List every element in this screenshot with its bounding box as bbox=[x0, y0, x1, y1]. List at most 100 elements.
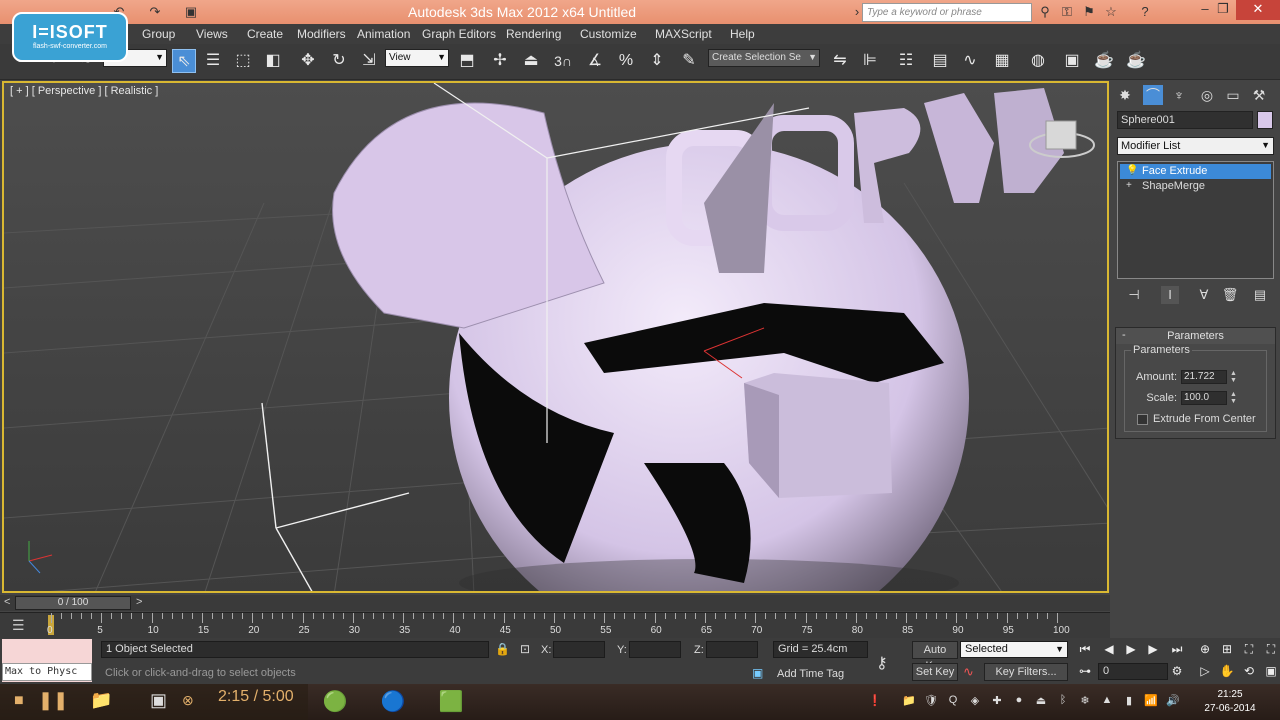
x-coordinate-field[interactable] bbox=[553, 641, 605, 658]
amount-spinner[interactable]: 21.722 bbox=[1181, 370, 1227, 384]
mirror-icon[interactable]: ⇋ bbox=[828, 49, 852, 73]
spinner-snap-icon[interactable]: ⇕ bbox=[645, 49, 669, 73]
keyboard-shortcut-override-icon[interactable]: ⏏ bbox=[519, 49, 543, 73]
show-end-result-icon[interactable]: I bbox=[1161, 286, 1179, 304]
time-tag-icon[interactable]: ▣ bbox=[752, 666, 763, 680]
network-icon[interactable]: 📶 bbox=[1144, 694, 1158, 708]
key-mode-toggle-icon[interactable]: ⊶ bbox=[1076, 662, 1094, 680]
render-setup-icon[interactable]: ▣ bbox=[1060, 49, 1084, 73]
maxscript-output[interactable]: Max to Physc bbox=[2, 663, 92, 681]
align-icon[interactable]: ⊫ bbox=[858, 49, 882, 73]
restore-icon[interactable]: ❐ bbox=[1208, 0, 1238, 20]
time-slider[interactable]: < 0 / 100 > bbox=[0, 595, 1110, 611]
time-configuration-icon[interactable]: ⚙ bbox=[1168, 662, 1186, 680]
close-icon[interactable]: ✕ bbox=[1236, 0, 1280, 20]
percent-snap-icon[interactable]: % bbox=[614, 49, 638, 73]
show-hidden-icons-icon[interactable]: ▲ bbox=[1100, 694, 1114, 708]
communication-center-icon[interactable]: ⚑ bbox=[1080, 3, 1098, 21]
layer-manager-icon[interactable]: ☷ bbox=[894, 49, 918, 73]
zoom-icon[interactable]: ⊕ bbox=[1196, 640, 1214, 658]
tray-avast-icon[interactable]: ● bbox=[1012, 694, 1026, 708]
track-bar[interactable]: ☰ 0 5 10 15 20 25 30 35 40 45 50 55 60 65 70 75 80 85 90 95… bbox=[0, 612, 1110, 638]
close-player-icon[interactable]: ⊗ bbox=[182, 692, 194, 709]
hierarchy-tab-icon[interactable]: ♆ bbox=[1169, 85, 1189, 105]
zoom-extents-all-icon[interactable]: ⛶ bbox=[1262, 640, 1280, 658]
maxscript-listener[interactable]: Max to Physc bbox=[2, 639, 92, 682]
select-by-name-icon[interactable]: ☰ bbox=[201, 49, 225, 73]
pivot-center-icon[interactable]: ⬒ bbox=[455, 49, 479, 73]
select-object-icon[interactable]: ⇖ bbox=[172, 49, 196, 73]
remove-modifier-icon[interactable]: 🗑 bbox=[1221, 286, 1239, 304]
notification-icon[interactable]: ❗ bbox=[868, 694, 882, 708]
time-prev-icon[interactable]: < bbox=[4, 596, 10, 608]
maximize-viewport-icon[interactable]: ▣ bbox=[1262, 662, 1280, 680]
create-tab-icon[interactable]: ✸ bbox=[1115, 85, 1135, 105]
auto-key-button[interactable]: Auto Key bbox=[912, 641, 958, 672]
system-clock[interactable]: 21:25 27-06-2014 bbox=[1190, 688, 1270, 716]
tray-sync-icon[interactable]: ❄ bbox=[1078, 694, 1092, 708]
rendered-frame-window-icon[interactable]: ☕ bbox=[1092, 49, 1116, 73]
object-name-field[interactable]: Sphere001 bbox=[1117, 111, 1253, 129]
configure-sets-icon[interactable]: ▤ bbox=[1251, 286, 1269, 304]
key-filters-button[interactable]: Key Filters... bbox=[984, 663, 1068, 681]
go-to-start-icon[interactable]: ⏮ bbox=[1076, 640, 1094, 658]
field-of-view-icon[interactable]: ▷ bbox=[1196, 662, 1214, 680]
select-manipulate-icon[interactable]: ✢ bbox=[488, 49, 512, 73]
stack-item-face-extrude[interactable]: 💡 Face Extrude bbox=[1120, 164, 1271, 179]
tray-folder-icon[interactable]: 📁 bbox=[902, 694, 916, 708]
menu-views[interactable]: Views bbox=[196, 27, 228, 41]
named-selection-set-dropdown[interactable]: Create Selection Se ▼ bbox=[708, 49, 820, 67]
menu-animation[interactable]: Animation bbox=[357, 27, 410, 41]
menu-rendering[interactable]: Rendering bbox=[506, 27, 561, 41]
volume-icon[interactable]: 🔊 bbox=[1166, 694, 1180, 708]
search-input[interactable]: Type a keyword or phrase bbox=[862, 3, 1032, 22]
menu-customize[interactable]: Customize bbox=[580, 27, 637, 41]
menu-maxscript[interactable]: MAXScript bbox=[655, 27, 712, 41]
chrome-icon[interactable]: 🟢 bbox=[306, 686, 364, 718]
tray-usb-icon[interactable]: ⏏ bbox=[1034, 694, 1048, 708]
stop-icon[interactable]: ■ bbox=[14, 692, 24, 710]
zoom-extents-icon[interactable]: ⛶ bbox=[1240, 640, 1258, 658]
render-production-icon[interactable]: ☕ bbox=[1124, 49, 1148, 73]
material-editor-icon[interactable]: ◍ bbox=[1026, 49, 1050, 73]
key-icon[interactable]: ⚿ bbox=[1058, 3, 1076, 21]
key-tangent-icon[interactable]: ∿ bbox=[963, 664, 974, 680]
favorites-star-icon[interactable]: ☆ bbox=[1102, 3, 1120, 21]
expand-plus-icon[interactable]: + bbox=[1126, 180, 1136, 191]
menu-create[interactable]: Create bbox=[247, 27, 283, 41]
move-icon[interactable]: ✥ bbox=[296, 49, 320, 73]
tray-q-icon[interactable]: Q bbox=[946, 694, 960, 708]
utorrent-icon[interactable]: 🟩 bbox=[422, 686, 480, 718]
lightbulb-icon[interactable]: 💡 bbox=[1126, 165, 1138, 176]
current-frame-field[interactable]: 0 bbox=[1098, 663, 1168, 680]
scale-spinner-arrows-icon[interactable]: ▲ ▼ bbox=[1229, 391, 1238, 405]
media-icon[interactable]: ▣ bbox=[150, 690, 167, 711]
box-object[interactable] bbox=[744, 373, 892, 498]
curve-editor-icon[interactable]: ∿ bbox=[958, 49, 982, 73]
y-coordinate-field[interactable] bbox=[629, 641, 681, 658]
key-selection-dropdown[interactable]: Selected ▼ bbox=[960, 641, 1068, 658]
project-folder-icon[interactable]: ▣ bbox=[182, 3, 200, 21]
edit-named-selection-icon[interactable]: ✎ bbox=[677, 49, 701, 73]
play-icon[interactable]: ▶ bbox=[1122, 640, 1140, 658]
bluetooth-icon[interactable]: ᛒ bbox=[1056, 694, 1070, 708]
time-next-icon[interactable]: > bbox=[136, 596, 142, 608]
absolute-mode-icon[interactable]: ⊡ bbox=[520, 642, 530, 656]
go-to-end-icon[interactable]: ⏭ bbox=[1168, 640, 1186, 658]
menu-modifiers[interactable]: Modifiers bbox=[297, 27, 346, 41]
next-frame-icon[interactable]: ▶︎ bbox=[1144, 640, 1162, 658]
rollout-header[interactable]: - Parameters bbox=[1116, 328, 1275, 344]
play-pause-icon[interactable]: ❚❚ bbox=[38, 690, 68, 711]
tray-shield-icon[interactable]: 🛡 bbox=[924, 694, 938, 708]
utilities-tab-icon[interactable]: ⚒ bbox=[1249, 85, 1269, 105]
viewport-label[interactable]: [ + ] [ Perspective ] [ Realistic ] bbox=[10, 85, 158, 97]
zoom-all-icon[interactable]: ⊞ bbox=[1218, 640, 1236, 658]
modifier-list-dropdown[interactable]: Modifier List ▼ bbox=[1117, 137, 1274, 155]
reference-coordinate-dropdown[interactable]: View ▼ bbox=[385, 49, 449, 67]
power-icon[interactable]: ▮ bbox=[1122, 694, 1136, 708]
tray-plus-icon[interactable]: ✚ bbox=[990, 694, 1004, 708]
time-slider-thumb[interactable]: 0 / 100 bbox=[15, 596, 131, 610]
rotate-icon[interactable]: ↻ bbox=[327, 49, 351, 73]
graphite-ribbon-icon[interactable]: ▤ bbox=[928, 49, 952, 73]
pin-stack-icon[interactable]: ⊣ bbox=[1125, 286, 1143, 304]
